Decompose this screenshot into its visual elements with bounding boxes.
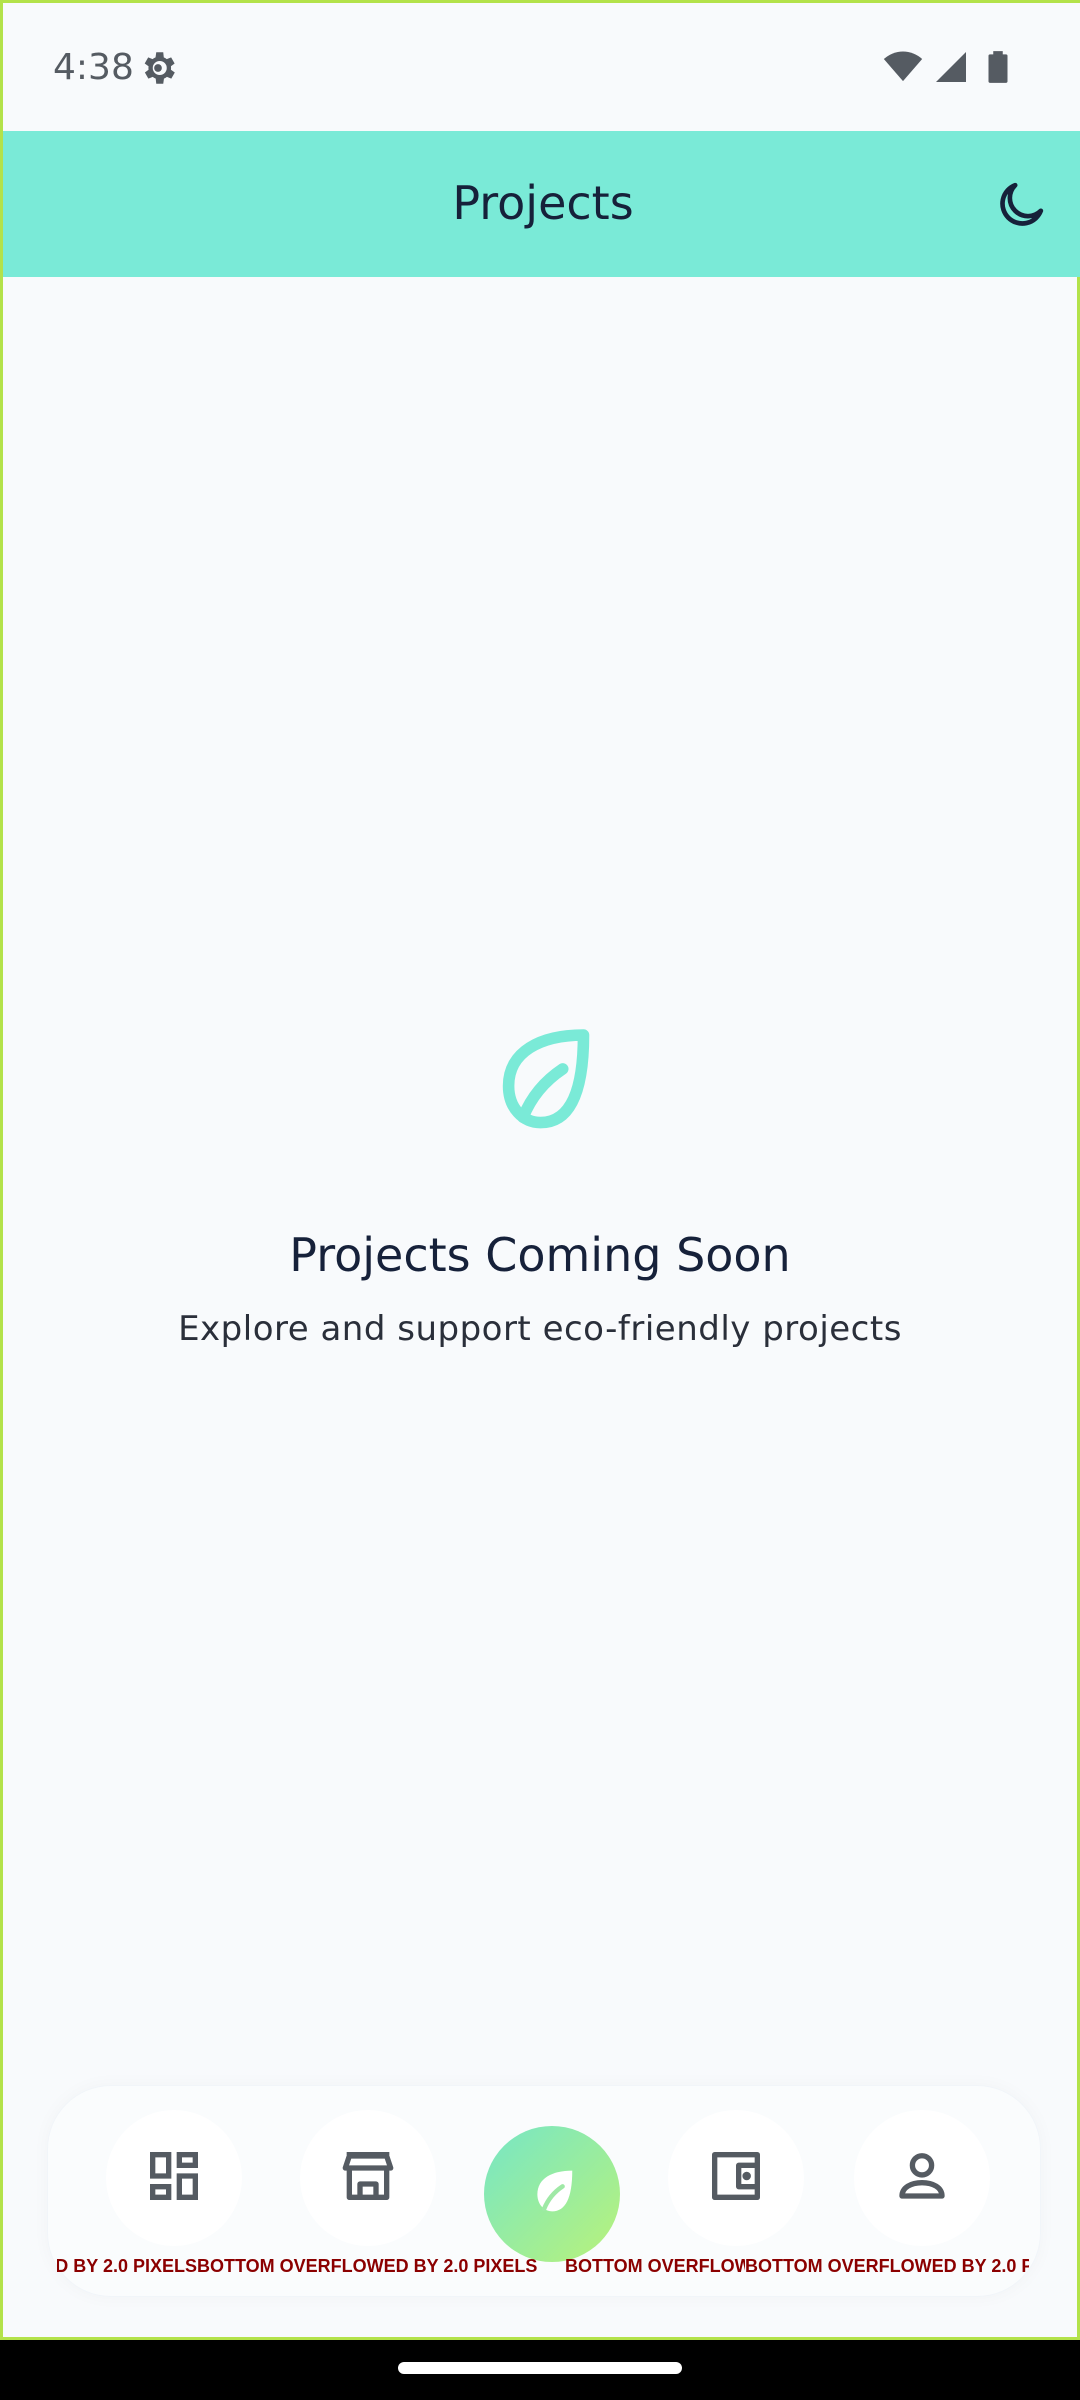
overflow-warning: BOTTOM OVERFLOWED BY 2.0 PIXELS: [565, 2256, 745, 2276]
settings-gear-icon: [137, 47, 179, 89]
empty-state-title: Projects Coming Soon: [289, 1228, 791, 1282]
overflow-warning: BOTTOM OVERFLOWED BY 2.0 PIXELS: [57, 2256, 197, 2276]
screen: 4:38 Projects Projects Coming Soon Explo…: [0, 0, 1080, 2340]
status-bar: 4:38: [3, 3, 1080, 131]
nav-store-button[interactable]: [300, 2110, 436, 2246]
overflow-warning: BOTTOM OVERFLOWED BY 2.0 PIXELS: [745, 2256, 1029, 2276]
store-icon: [336, 2144, 400, 2212]
nav-dashboard-button[interactable]: [106, 2110, 242, 2246]
status-icons: [883, 47, 1017, 91]
moon-icon[interactable]: [993, 177, 1049, 233]
home-gesture-handle[interactable]: [398, 2362, 682, 2374]
dashboard-icon: [142, 2144, 206, 2212]
overflow-warning: BOTTOM OVERFLOWED BY 2.0 PIXELS: [197, 2256, 538, 2276]
overflow-warnings: BOTTOM OVERFLOWED BY 2.0 PIXELS BOTTOM O…: [57, 2253, 1029, 2279]
leaf-icon: [525, 2165, 579, 2223]
battery-icon: [979, 48, 1017, 90]
nav-projects-button[interactable]: [484, 2126, 620, 2262]
page-title: Projects: [452, 176, 634, 230]
person-icon: [890, 2144, 954, 2212]
empty-state-subtitle: Explore and support eco-friendly project…: [178, 1309, 902, 1349]
empty-state: Projects Coming Soon Explore and support…: [3, 1023, 1077, 1351]
app-bar: Projects: [3, 131, 1080, 277]
status-time: 4:38: [53, 47, 134, 88]
system-navigation-bar: [0, 2340, 1080, 2400]
nav-profile-button[interactable]: [854, 2110, 990, 2246]
cellular-signal-icon: [933, 49, 969, 89]
leaf-icon: [3, 1023, 1077, 1139]
wallet-icon: [704, 2144, 768, 2212]
wifi-icon: [883, 47, 923, 91]
nav-wallet-button[interactable]: [668, 2110, 804, 2246]
